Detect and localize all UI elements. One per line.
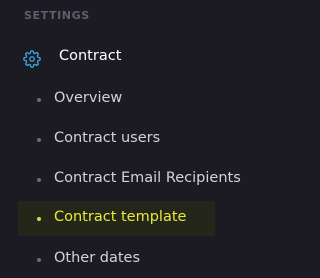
sidebar-item-contract-email-recipients[interactable]: Contract Email Recipients [0, 162, 269, 196]
bullet-dot [37, 98, 41, 102]
sidebar-item-label: Other dates [54, 250, 141, 266]
sidebar-item-label: Contract Email Recipients [54, 170, 241, 186]
settings-sidebar: SETTINGS Contract Overview Contract user… [0, 0, 269, 278]
bullet-dot [37, 138, 41, 142]
sidebar-item-label: Overview [54, 90, 123, 106]
sidebar-item-contract-template[interactable]: Contract template [0, 201, 269, 236]
bullet-dot [37, 178, 41, 182]
sidebar-item-label: Contract template [54, 209, 187, 225]
sidebar-item-other-dates[interactable]: Other dates [0, 242, 269, 276]
bullet-dot [37, 217, 41, 221]
sidebar-item-label: Contract users [54, 130, 161, 146]
sidebar-item-overview[interactable]: Overview [0, 82, 269, 116]
sidebar-group-contract[interactable]: Contract [0, 40, 269, 76]
sidebar-group-label: Contract [59, 48, 122, 64]
sidebar-item-contract-users[interactable]: Contract users [0, 122, 269, 156]
section-header-settings: SETTINGS [24, 9, 90, 22]
bullet-dot [37, 258, 41, 262]
gear-icon [23, 50, 41, 68]
